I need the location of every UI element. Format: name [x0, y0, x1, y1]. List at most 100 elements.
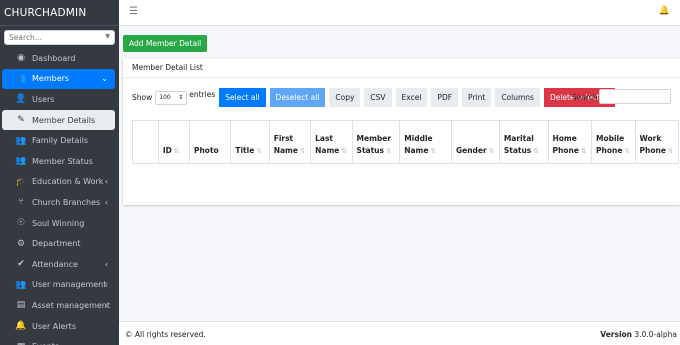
cogs-icon: ⚙ [16, 238, 26, 249]
chevron-left-icon: ‹ [104, 197, 108, 207]
column-header[interactable]: Title ⇅ [230, 120, 270, 164]
sidebar-item-label: Department [32, 239, 81, 249]
sidebar-item-member-details[interactable]: ✎ Member Details [2, 109, 115, 131]
column-header-line2: Name [315, 146, 340, 155]
sidebar-item-label: Member Details [32, 115, 96, 125]
add-member-detail-button[interactable]: Add Member Detail [123, 35, 208, 52]
sidebar-item-users[interactable]: 👤 Users [2, 89, 115, 110]
show-label: Show [132, 93, 153, 102]
sidebar-item-label: Member Status [32, 156, 93, 166]
column-header-line2: Photo [193, 146, 219, 155]
users-icon: 👥 [15, 135, 27, 146]
column-header[interactable]: Middle Name ⇅ [399, 120, 452, 164]
column-header[interactable] [132, 120, 159, 164]
brand-logo[interactable]: CHURCHADMIN [0, 0, 119, 26]
deselect-all-button[interactable]: Deselect all [269, 88, 326, 107]
pdf-button[interactable]: PDF [431, 88, 459, 107]
column-header[interactable]: ID ⇅ [157, 120, 190, 164]
user-icon: 👤 [15, 94, 27, 105]
sort-icon[interactable]: ⇅ [581, 147, 586, 155]
column-header-line2: Name [273, 146, 298, 155]
column-header-line2: ID [162, 146, 172, 155]
sort-icon[interactable]: ⇅ [300, 147, 305, 155]
handshake-icon: ☉ [16, 218, 26, 229]
sort-icon[interactable]: ⇅ [174, 147, 179, 155]
column-header[interactable]: Last Name ⇅ [310, 120, 353, 164]
chevron-left-icon: ‹ [104, 280, 108, 290]
csv-button[interactable]: CSV [364, 88, 392, 107]
copy-button[interactable]: Copy [329, 88, 361, 107]
sort-icon[interactable]: ⇅ [624, 147, 629, 155]
column-header-line2: Name [404, 146, 429, 155]
sort-icon[interactable]: ⇅ [668, 147, 673, 155]
column-header[interactable]: Home Phone ⇅ [547, 120, 592, 164]
branch-icon: ⑂ [18, 197, 24, 208]
entries-label: entries [189, 90, 216, 99]
sidebar-nav: ◉ Dashboard 👥 Members ⌄ 👤 Users ✎ Member Details… [0, 48, 119, 345]
column-header[interactable]: Member Status ⇅ [351, 120, 400, 164]
users-icon: 👥 [15, 156, 27, 167]
sidebar-item-asset-management[interactable]: ▤ Asset management ‹ [2, 295, 115, 316]
graduation-cap-icon: 🎓 [15, 176, 27, 187]
sort-icon[interactable]: ⇅ [341, 147, 346, 155]
column-header-line1: Marital [503, 134, 534, 143]
sort-icon[interactable]: ⇅ [430, 147, 435, 155]
print-button[interactable]: Print [462, 88, 492, 107]
sidebar-item-label: Soul Winning [32, 218, 85, 228]
hamburger-icon[interactable]: ☰ [129, 6, 138, 17]
column-header-line2: Phone [552, 146, 579, 155]
column-header-line2: Gender [455, 146, 487, 155]
sidebar-item-church-branches[interactable]: ⑂ Church Branches ‹ [2, 192, 115, 213]
sidebar-item-department[interactable]: ⚙ Department [2, 233, 115, 254]
sidebar-item-label: Education & Work [32, 177, 104, 187]
sidebar-item-soul-winning[interactable]: ☉ Soul Winning [2, 213, 115, 234]
chevron-down-icon: ⌄ [101, 74, 108, 84]
sidebar-item-education-work[interactable]: 🎓 Education & Work ‹ [2, 172, 115, 193]
sidebar-item-member-status[interactable]: 👥 Member Status [2, 151, 115, 172]
column-header-line1: Last [315, 134, 334, 143]
table-search-input[interactable] [599, 89, 671, 104]
select-all-button[interactable]: Select all [219, 88, 266, 107]
sidebar-item-label: User Alerts [32, 321, 76, 331]
sidebar-item-label: Family Details [32, 136, 89, 146]
check-icon: ✔ [17, 259, 25, 270]
dashboard-icon: ◉ [17, 53, 25, 64]
columns-button[interactable]: Columns [495, 88, 540, 107]
column-header-line2: Title [235, 146, 255, 155]
column-header[interactable]: First Name ⇅ [268, 120, 311, 164]
sort-icon[interactable]: ⇅ [533, 147, 538, 155]
sidebar-item-user-management[interactable]: 👥 User management ‹ [2, 275, 115, 296]
sidebar-item-events[interactable]: ▦Events‹ [2, 336, 115, 345]
asset-icon: ▤ [16, 300, 26, 311]
card-title: Member Detail List [123, 58, 680, 78]
sidebar-item-dashboard[interactable]: ◉ Dashboard [2, 48, 115, 69]
sidebar-item-label: User management [32, 280, 107, 290]
sidebar-search-input[interactable] [5, 31, 95, 44]
sidebar-item-members[interactable]: 👥 Members ⌄ [2, 68, 115, 90]
page-length-select[interactable]: 100 ⇕ [155, 90, 188, 105]
search-label: Search: [571, 93, 600, 102]
sidebar-item-attendance[interactable]: ✔ Attendance ‹ [2, 254, 115, 275]
column-header[interactable]: Gender ⇅ [450, 120, 500, 164]
column-header[interactable]: Marital Status ⇅ [498, 120, 548, 164]
sidebar-item-label: Users [32, 94, 55, 104]
bell-icon[interactable]: 🔔 [659, 6, 670, 16]
sidebar-search[interactable]: ▼ [4, 30, 115, 45]
column-header-line1: Member [356, 134, 392, 143]
sort-icon[interactable]: ⇅ [256, 147, 261, 155]
sidebar-item-user-alerts[interactable]: 🔔 User Alerts [2, 316, 115, 337]
column-header[interactable]: Mobile Phone ⇅ [591, 120, 635, 164]
column-header[interactable]: Work Phone ⇅ [634, 120, 679, 164]
version-label: Version [600, 330, 633, 339]
calendar-icon: ▦ [15, 342, 27, 345]
sidebar-item-label: Attendance [32, 259, 78, 269]
sort-icon[interactable]: ⇅ [489, 147, 494, 155]
sidebar-item-label: Dashboard [32, 53, 76, 63]
excel-button[interactable]: Excel [395, 88, 428, 107]
column-header[interactable]: Photo [188, 120, 231, 164]
sidebar-item-family-details[interactable]: 👥 Family Details [2, 130, 115, 151]
table-header-row: ID ⇅ Photo Title ⇅ First Name ⇅ Last Name ⇅ Member S… [132, 120, 679, 164]
sort-icon[interactable]: ⇅ [386, 147, 391, 155]
member-detail-table: ID ⇅ Photo Title ⇅ First Name ⇅ Last Name ⇅ Member S… [132, 120, 679, 164]
copyright-text: © All rights reserved. [125, 330, 206, 339]
